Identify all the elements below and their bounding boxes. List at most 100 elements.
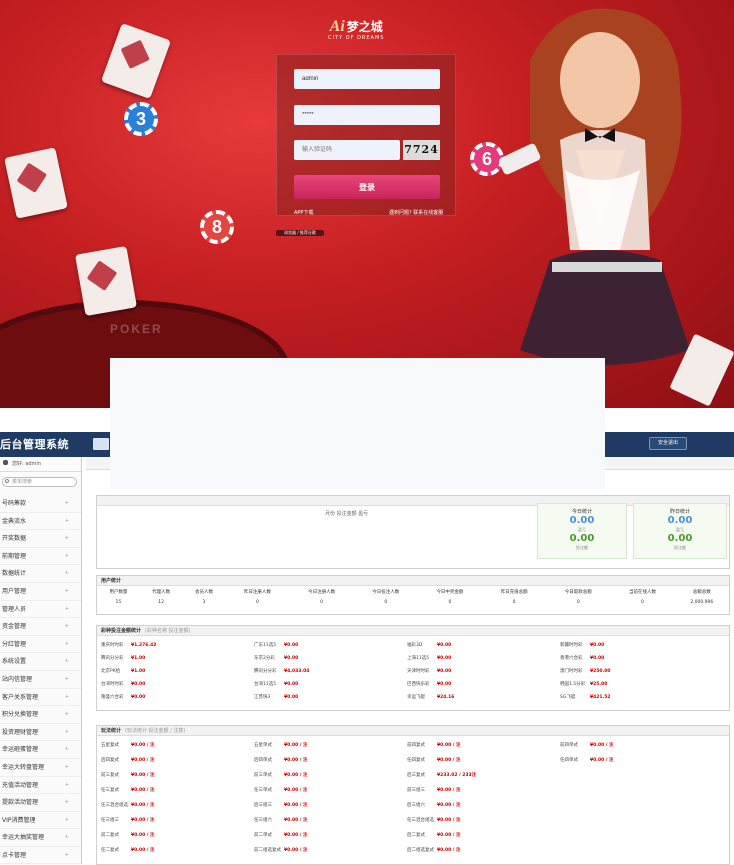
stat-label: 五星单式	[254, 743, 272, 748]
captcha-input[interactable]	[294, 140, 400, 160]
sidebar-item[interactable]: 分红管理	[0, 636, 81, 654]
stat-label: 广东11选5	[254, 643, 277, 648]
stat-row: 后二复式 ¥0.00 / 注	[407, 832, 461, 838]
sidebar-item[interactable]: 资金管理	[0, 618, 81, 636]
stat-label: 前二组选复式	[254, 848, 281, 853]
sidebar-item[interactable]: 用户管理	[0, 583, 81, 601]
stat-amount: ¥0.00	[284, 695, 299, 700]
sidebar-item[interactable]: 系统设置	[0, 653, 81, 671]
stat-label: 后二组选复式	[407, 848, 434, 853]
table-cell: 0	[641, 600, 644, 605]
yesterday-profit: 0.00	[667, 515, 693, 526]
stat-amount: ¥25.00	[590, 682, 608, 687]
table-cell: 12	[158, 600, 165, 605]
stat-label: 上海11选5	[407, 656, 430, 661]
home-icon[interactable]	[93, 438, 109, 450]
stat-label: 后四单式	[254, 758, 272, 763]
menu-search-input[interactable]: 菜单搜索	[2, 477, 77, 487]
stat-row: 新疆时时彩 ¥0.00	[560, 642, 604, 648]
stat-label: 前二复式	[101, 833, 119, 838]
stat-label: 任三单式	[254, 788, 272, 793]
sidebar-item[interactable]: 点卡管理	[0, 847, 81, 865]
table-cell: 0	[384, 600, 388, 605]
search-icon	[5, 479, 9, 483]
sidebar-item[interactable]: 充值活动管理	[0, 777, 81, 795]
system-title: 后台管理系统	[0, 438, 69, 451]
stat-row: 任三混合组选 ¥0.00 / 注	[101, 802, 155, 808]
column-header: 用户数量	[109, 589, 128, 595]
sidebar-item[interactable]: 幸运大抽奖管理	[0, 829, 81, 847]
stat-row: 五星单式 ¥0.00 / 注	[254, 742, 308, 748]
stat-amount: ¥0.00	[590, 643, 605, 648]
stat-row: 台湾11选5 ¥0.00	[254, 681, 298, 687]
sidebar-item[interactable]: 幸运大转盘管理	[0, 759, 81, 777]
logo-mark: Ai	[329, 18, 345, 35]
stat-row: 巴西快乐彩 ¥0.00	[407, 681, 451, 687]
stat-label: 前四复式	[407, 743, 425, 748]
stat-label: 后三组三	[254, 803, 272, 808]
user-stats-panel: 用户统计 用户数量 代理人数 会员人数 昨日注册人数 今日注册人数 今日投注人数 今日中奖金…	[96, 575, 730, 615]
stat-row: 台湾时时彩 ¥0.00	[101, 681, 145, 687]
captcha-image[interactable]: 7724	[403, 140, 440, 160]
table-cell: 0	[576, 600, 580, 605]
logout-button[interactable]: 安全退出	[649, 437, 687, 450]
column-header: 当前在线人数	[628, 589, 656, 595]
stat-row: 韩国1.5分彩 ¥25.00	[560, 681, 607, 687]
column-header: 今日投注人数	[372, 589, 400, 595]
app-download-link[interactable]: APP下载	[294, 209, 313, 216]
stat-amount: ¥0.00	[437, 682, 452, 687]
stat-amount: ¥0.00 / 注	[284, 773, 308, 778]
password-input[interactable]	[294, 105, 440, 125]
user-info: 您好: admin	[0, 457, 81, 472]
sidebar-item[interactable]: VIP消费管理	[0, 812, 81, 830]
stat-amount: ¥0.00 / 注	[437, 803, 461, 808]
stat-label: SG飞艇	[560, 695, 576, 700]
sidebar-item[interactable]: 投资理财管理	[0, 724, 81, 742]
sidebar-item[interactable]: 前期管理	[0, 548, 81, 566]
stat-label: 任二复式	[101, 848, 119, 853]
today-profit: 0.00	[569, 515, 595, 526]
today-bet: 0.00	[569, 533, 595, 544]
stat-row: 任三复式 ¥0.00 / 注	[101, 787, 155, 793]
login-screen: POKER 3 8 6 Ai梦之城 CITY OF DREAMS 7724 登录…	[0, 0, 734, 408]
sidebar-item[interactable]: 金典流水	[0, 513, 81, 531]
sidebar-item[interactable]: 管理人员	[0, 601, 81, 619]
play-stats-title: 玩法统计	[101, 728, 122, 734]
stat-amount: ¥0.00	[284, 656, 299, 661]
stat-amount: ¥233.02 / 233注	[437, 773, 477, 778]
stat-amount: ¥0.00 / 注	[590, 743, 614, 748]
sidebar-item[interactable]: 站内信管理	[0, 671, 81, 689]
playing-card	[100, 22, 172, 100]
username-input[interactable]	[294, 69, 440, 89]
play-stats-sub: (玩法统计 投注金额 / 注数)	[125, 728, 186, 734]
sidebar-item[interactable]: 数据统计	[0, 565, 81, 583]
sidebar-item[interactable]: 提款活动管理	[0, 794, 81, 812]
lottery-stats-panel: 彩种投注金额统计 (彩种名称 投注金额) 重庆时时彩 ¥1,276.42 腾讯分分彩 ¥…	[96, 625, 730, 711]
stat-amount: ¥0.00 / 注	[437, 818, 461, 823]
sidebar-item[interactable]: 客户关系管理	[0, 689, 81, 707]
stat-label: 后三复式	[407, 773, 425, 778]
forgot-link[interactable]: 遇到问题? 联系在线客服	[389, 209, 443, 216]
stat-amount: ¥0.00 / 注	[131, 848, 155, 853]
stat-label: 台湾时时彩	[101, 682, 124, 687]
stat-row: 上海11选5 ¥0.00	[407, 655, 451, 661]
login-button[interactable]: 登录	[294, 175, 440, 199]
sidebar-item[interactable]: 开奖数据	[0, 530, 81, 548]
sidebar-item[interactable]: 号码筹款	[0, 495, 81, 513]
playing-card	[4, 147, 68, 219]
play-stats-header: 玩法统计 (玩法统计 投注金额 / 注数)	[97, 726, 729, 736]
stat-amount: ¥0.00	[284, 682, 299, 687]
column-header: 总额总数	[692, 589, 711, 595]
stat-label: 任三组三	[101, 818, 119, 823]
stat-amount: ¥0.00 / 注	[437, 743, 461, 748]
yesterday-bet-label: 投注额	[674, 545, 686, 550]
stat-label: 东京2分彩	[254, 656, 275, 661]
playing-card	[75, 245, 137, 317]
overview-panel: 月份 投注金额 盈亏 今日统计 0.00 盈亏 0.00 投注额 昨日统计 0.…	[96, 495, 730, 569]
sidebar-item[interactable]: 幸运砸蛋管理	[0, 741, 81, 759]
stat-row: 后三组六 ¥0.00 / 注	[407, 802, 461, 808]
stat-label: 幸运飞艇	[407, 695, 425, 700]
stat-amount: ¥0.00	[437, 643, 452, 648]
sidebar-item[interactable]: 积分兑换管理	[0, 706, 81, 724]
lottery-stats-sub: (彩种名称 投注金额)	[145, 628, 191, 634]
